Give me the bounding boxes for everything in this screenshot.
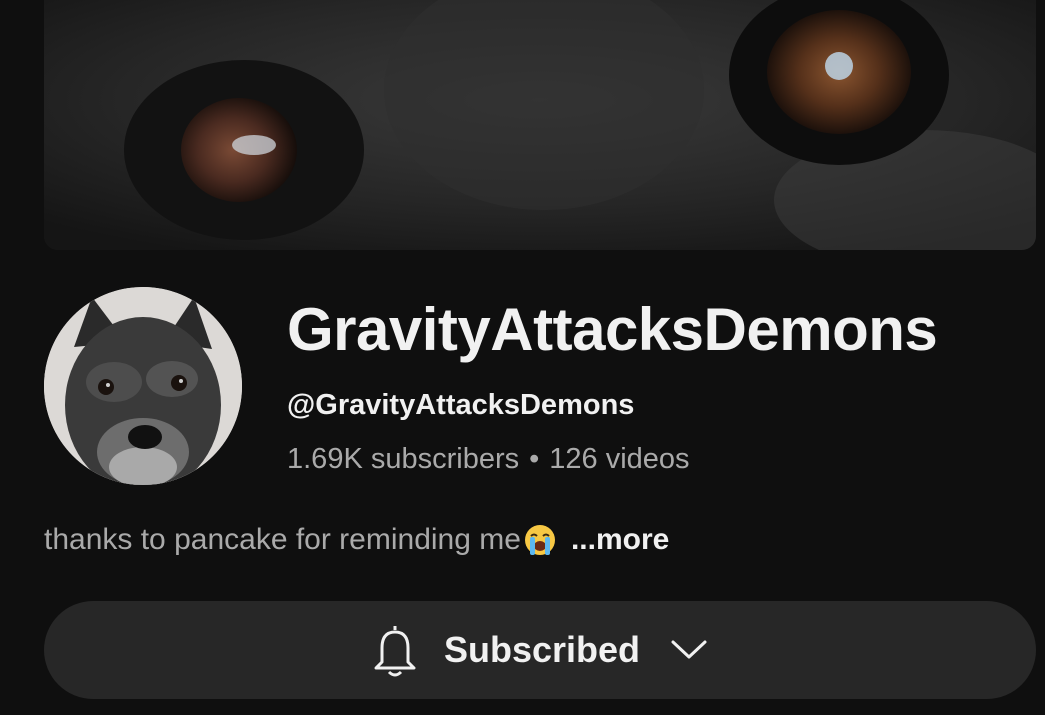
subscriber-count: 1.69K subscribers: [287, 443, 520, 475]
bell-icon: [372, 622, 418, 678]
subscribed-button[interactable]: Subscribed: [44, 601, 1036, 699]
video-count: 126 videos: [549, 443, 690, 475]
stats-separator: •: [529, 443, 540, 475]
channel-banner: [44, 0, 1036, 250]
chevron-down-icon: [670, 639, 708, 661]
subscribed-label: Subscribed: [443, 629, 641, 670]
channel-description[interactable]: thanks to pancake for reminding me ...mo…: [44, 523, 669, 557]
loudly-crying-face-icon: [523, 523, 557, 557]
channel-stats: 1.69K subscribers • 126 videos: [287, 443, 690, 476]
description-text: thanks to pancake for reminding me: [44, 523, 521, 556]
channel-name: GravityAttacksDemons: [287, 296, 938, 363]
show-more-link[interactable]: ...more: [571, 523, 669, 557]
channel-handle: @GravityAttacksDemons: [287, 389, 635, 421]
channel-avatar[interactable]: [44, 287, 242, 485]
